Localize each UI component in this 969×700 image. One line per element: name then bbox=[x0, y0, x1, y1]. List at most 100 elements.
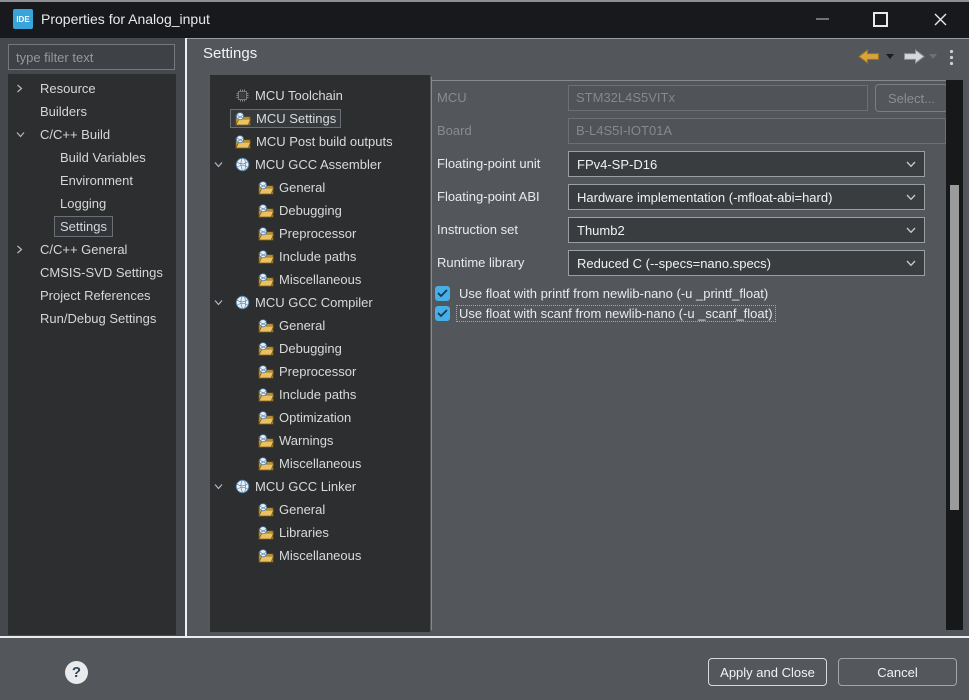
folder-icon bbox=[258, 503, 274, 517]
instruction-set-combo[interactable]: Thumb2 bbox=[568, 217, 925, 243]
back-history-dropdown[interactable] bbox=[886, 54, 894, 59]
forward-history-dropdown[interactable] bbox=[929, 54, 937, 59]
combo-value: FPv4-SP-D16 bbox=[577, 157, 906, 172]
folder-icon bbox=[258, 365, 274, 379]
sidebar-item-project-references[interactable]: Project References bbox=[8, 284, 176, 307]
folder-icon bbox=[258, 273, 274, 287]
tree-item-include-paths[interactable]: Include paths bbox=[210, 245, 430, 268]
tree-item-debugging[interactable]: Debugging bbox=[210, 337, 430, 360]
sidebar-item-cmsis-svd-settings[interactable]: CMSIS-SVD Settings bbox=[8, 261, 176, 284]
panel-splitter[interactable] bbox=[185, 38, 187, 636]
sidebar-item-builders[interactable]: Builders bbox=[8, 100, 176, 123]
checkbox-checked-icon[interactable] bbox=[435, 286, 450, 301]
tree-item-content: MCU GCC Assembler bbox=[230, 155, 386, 174]
help-button[interactable]: ? bbox=[65, 661, 88, 684]
checkbox-label: Use float with printf from newlib-nano (… bbox=[457, 286, 770, 301]
tool-sphere-icon bbox=[235, 157, 250, 172]
chevron-down-icon[interactable] bbox=[214, 483, 230, 490]
scrollbar-thumb[interactable] bbox=[950, 185, 959, 510]
apply-and-close-button[interactable]: Apply and Close bbox=[708, 658, 827, 686]
tree-item-label: Include paths bbox=[279, 249, 356, 264]
tree-item-include-paths[interactable]: Include paths bbox=[210, 383, 430, 406]
sidebar-item-resource[interactable]: Resource bbox=[8, 77, 176, 100]
printf-float-checkbox-row[interactable]: Use float with printf from newlib-nano (… bbox=[435, 285, 770, 301]
close-icon bbox=[934, 13, 947, 26]
scrollbar-track[interactable] bbox=[946, 80, 963, 630]
tree-item-libraries[interactable]: Libraries bbox=[210, 521, 430, 544]
combo-value: Thumb2 bbox=[577, 223, 906, 238]
sidebar-item-label: CMSIS-SVD Settings bbox=[34, 262, 169, 283]
chevron-down-icon[interactable] bbox=[214, 299, 230, 306]
tree-item-mcu-gcc-compiler[interactable]: MCU GCC Compiler bbox=[210, 291, 430, 314]
tree-item-content: Miscellaneous bbox=[253, 454, 366, 473]
view-menu-button[interactable] bbox=[949, 49, 954, 66]
divider bbox=[0, 636, 969, 638]
tree-item-preprocessor[interactable]: Preprocessor bbox=[210, 222, 430, 245]
folder-icon bbox=[258, 204, 274, 218]
floating-point-unit-label: Floating-point unit bbox=[437, 151, 540, 177]
cancel-button[interactable]: Cancel bbox=[838, 658, 957, 686]
sidebar-item-environment[interactable]: Environment bbox=[8, 169, 176, 192]
tree-item-general[interactable]: General bbox=[210, 314, 430, 337]
tree-item-preprocessor[interactable]: Preprocessor bbox=[210, 360, 430, 383]
kebab-menu-icon bbox=[949, 49, 954, 66]
chevron-down-icon[interactable] bbox=[214, 161, 230, 168]
back-button[interactable] bbox=[858, 49, 880, 64]
board-label: Board bbox=[437, 118, 472, 144]
tree-item-miscellaneous[interactable]: Miscellaneous bbox=[210, 452, 430, 475]
sidebar-item-label: Run/Debug Settings bbox=[34, 308, 162, 329]
folder-icon bbox=[258, 319, 274, 333]
tree-item-content: General bbox=[253, 500, 330, 519]
sidebar-item-c-c-general[interactable]: C/C++ General bbox=[8, 238, 176, 261]
tree-item-mcu-post-build-outputs[interactable]: MCU Post build outputs bbox=[210, 130, 430, 153]
tree-item-content: MCU Toolchain bbox=[230, 86, 348, 105]
folder-icon bbox=[235, 112, 251, 126]
maximize-button[interactable] bbox=[859, 0, 901, 38]
folder-icon bbox=[258, 526, 274, 540]
floating-point-abi-combo[interactable]: Hardware implementation (-mfloat-abi=har… bbox=[568, 184, 925, 210]
tree-item-general[interactable]: General bbox=[210, 176, 430, 199]
tree-item-content: Warnings bbox=[253, 431, 338, 450]
forward-button[interactable] bbox=[903, 49, 925, 64]
titlebar[interactable]: IDE Properties for Analog_input bbox=[0, 0, 969, 38]
tree-item-miscellaneous[interactable]: Miscellaneous bbox=[210, 268, 430, 291]
tree-item-debugging[interactable]: Debugging bbox=[210, 199, 430, 222]
combo-value: Hardware implementation (-mfloat-abi=har… bbox=[577, 190, 906, 205]
chevron-right-icon[interactable] bbox=[16, 84, 34, 93]
sidebar-item-label: C/C++ Build bbox=[34, 124, 116, 145]
chevron-right-icon[interactable] bbox=[16, 245, 34, 254]
close-button[interactable] bbox=[919, 0, 961, 38]
filter-input[interactable] bbox=[8, 44, 175, 70]
instruction-set-label: Instruction set bbox=[437, 217, 518, 243]
scanf-float-checkbox-row[interactable]: Use float with scanf from newlib-nano (-… bbox=[435, 305, 775, 321]
sidebar-item-c-c-build[interactable]: C/C++ Build bbox=[8, 123, 176, 146]
folder-icon bbox=[258, 388, 274, 402]
runtime-library-label: Runtime library bbox=[437, 250, 524, 276]
combo-value: Reduced C (--specs=nano.specs) bbox=[577, 256, 906, 271]
tree-item-miscellaneous[interactable]: Miscellaneous bbox=[210, 544, 430, 567]
sidebar-item-build-variables[interactable]: Build Variables bbox=[8, 146, 176, 169]
runtime-library-combo[interactable]: Reduced C (--specs=nano.specs) bbox=[568, 250, 925, 276]
tree-item-content: Miscellaneous bbox=[253, 270, 366, 289]
minimize-button[interactable] bbox=[801, 0, 843, 38]
tree-item-content: Preprocessor bbox=[253, 224, 361, 243]
tree-item-mcu-toolchain[interactable]: MCU Toolchain bbox=[210, 84, 430, 107]
divider bbox=[431, 77, 432, 630]
tree-item-label: Debugging bbox=[279, 341, 342, 356]
sidebar-item-settings[interactable]: Settings bbox=[8, 215, 176, 238]
tree-item-mcu-settings[interactable]: MCU Settings bbox=[210, 107, 430, 130]
tree-item-general[interactable]: General bbox=[210, 498, 430, 521]
tree-item-content: General bbox=[253, 178, 330, 197]
tree-item-optimization[interactable]: Optimization bbox=[210, 406, 430, 429]
tree-item-label: General bbox=[279, 502, 325, 517]
sidebar-item-logging[interactable]: Logging bbox=[8, 192, 176, 215]
tree-item-label: Miscellaneous bbox=[279, 272, 361, 287]
tree-item-warnings[interactable]: Warnings bbox=[210, 429, 430, 452]
sidebar-item-run-debug-settings[interactable]: Run/Debug Settings bbox=[8, 307, 176, 330]
checkbox-label: Use float with scanf from newlib-nano (-… bbox=[457, 306, 775, 321]
chevron-down-icon[interactable] bbox=[16, 131, 34, 138]
tree-item-mcu-gcc-linker[interactable]: MCU GCC Linker bbox=[210, 475, 430, 498]
floating-point-unit-combo[interactable]: FPv4-SP-D16 bbox=[568, 151, 925, 177]
tree-item-mcu-gcc-assembler[interactable]: MCU GCC Assembler bbox=[210, 153, 430, 176]
checkbox-checked-icon[interactable] bbox=[435, 306, 450, 321]
